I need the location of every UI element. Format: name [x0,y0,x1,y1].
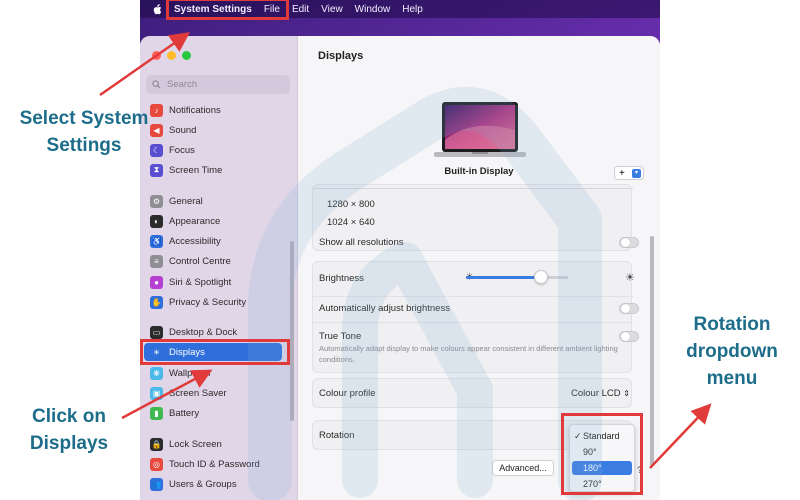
siri-icon: ● [150,275,163,289]
show-all-resolutions-toggle[interactable] [619,237,639,248]
close-window-button[interactable] [152,51,161,60]
sidebar-item-label: Focus [169,144,195,156]
sidebar-item-label: Notifications [169,104,221,116]
sidebar-item-label: Appearance [169,215,221,227]
add-display-label: + [619,167,625,179]
sidebar-item-label: Sound [169,124,197,136]
sidebar-item-battery[interactable]: ▮ Battery [150,404,286,422]
control-centre-icon: ≡ [150,254,163,268]
sidebar-item-privacy-security[interactable]: ✋ Privacy & Security [150,293,286,311]
content-scrollbar[interactable] [650,236,654,466]
auto-brightness-toggle[interactable] [619,303,639,314]
screensaver-icon: ▣ [150,386,163,400]
advanced-button[interactable]: Advanced... [492,460,554,476]
sidebar-item-label: General [169,195,203,207]
sidebar-item-label: Desktop & Dock [169,326,238,338]
true-tone-toggle[interactable] [619,331,639,342]
sidebar-item-label: Battery [169,407,200,419]
show-all-resolutions-label: Show all resolutions [319,237,404,248]
apple-icon[interactable] [152,3,162,15]
menu-window[interactable]: Window [355,4,391,15]
sidebar-item-control-centre[interactable]: ≡ Control Centre [150,252,286,270]
resolution-option[interactable]: 1280 × 800 [327,199,375,210]
chevron-down-icon: ▾ [632,169,641,178]
colour-profile-select[interactable]: Colour LCD ⇕ [571,388,630,399]
colour-profile-label: Colour profile [319,388,376,399]
displays-highlight [140,339,290,365]
callout-click-on-displays: Click on Displays [29,406,109,454]
sidebar-item-lock-screen[interactable]: 🔒 Lock Screen [150,435,286,453]
dock-icon: ▭ [150,325,163,339]
hourglass-icon: ⧗ [150,163,163,177]
colour-profile-card: Colour profile Colour LCD ⇕ [312,378,632,408]
sidebar-item-label: Siri & Spotlight [169,276,232,288]
auto-brightness-label: Automatically adjust brightness [319,303,450,314]
sidebar-item-accessibility[interactable]: ♿ Accessibility [150,232,286,250]
rotation-label: Rotation [319,430,355,441]
divider [313,322,633,323]
laptop-icon [434,102,526,157]
sidebar-item-label: Accessibility [169,235,221,247]
sidebar-item-label: Wallpaper [169,367,212,379]
sidebar-item-siri-spotlight[interactable]: ● Siri & Spotlight [150,273,286,291]
search-placeholder: Search [167,79,198,90]
search-input[interactable]: Search [146,75,290,94]
gear-icon: ⚙ [150,194,163,208]
menu-edit[interactable]: Edit [292,4,309,15]
zoom-window-button[interactable] [182,51,191,60]
sidebar-item-touch-id[interactable]: ◎ Touch ID & Password [150,455,286,473]
sidebar-item-screen-time[interactable]: ⧗ Screen Time [150,161,286,179]
resolution-option[interactable]: 1024 × 640 [327,217,375,228]
brightness-high-icon: ☀ [625,272,635,284]
brightness-label: Brightness [319,273,364,284]
divider [313,296,633,297]
display-name: Built-in Display [444,166,514,177]
battery-icon: ▮ [150,406,163,420]
accessibility-icon: ♿ [150,234,163,248]
wallpaper-icon: ❋ [150,366,163,380]
menu-view[interactable]: View [321,4,343,15]
sidebar-item-label: Lock Screen [169,438,222,450]
sidebar-item-general[interactable]: ⚙ General [150,192,286,210]
true-tone-description: Automatically adapt display to make colo… [319,344,618,364]
callout-rotation-dropdown: Rotation dropdown menu [686,314,778,389]
appearance-icon: ◐ [150,214,163,228]
true-tone-label: True Tone [319,331,362,342]
sidebar-item-screen-saver[interactable]: ▣ Screen Saver [150,384,286,402]
system-settings-highlight [166,0,289,20]
page-title: Displays [318,50,364,62]
sidebar-item-sound[interactable]: ◀ Sound [150,121,286,139]
menu-help[interactable]: Help [402,4,423,15]
tutorial-figure: System Settings File Edit View Window He… [0,0,800,500]
sidebar-scrollbar[interactable] [290,241,294,421]
updown-chevron-icon: ⇕ [623,389,630,398]
sidebar-item-users-groups[interactable]: 👥 Users & Groups [150,475,286,493]
minimize-window-button[interactable] [167,51,176,60]
hand-icon: ✋ [150,295,163,309]
sidebar-item-label: Privacy & Security [169,296,247,308]
add-display-button[interactable]: + ▾ [614,166,644,180]
sidebar-item-appearance[interactable]: ◐ Appearance [150,212,286,230]
sidebar-item-notifications[interactable]: ♪ Notifications [150,101,286,119]
brightness-slider-fill [466,276,542,279]
sidebar-item-wallpaper[interactable]: ❋ Wallpaper [150,364,286,382]
sidebar-item-label: Screen Saver [169,387,227,399]
users-icon: 👥 [150,477,163,491]
lock-icon: 🔒 [150,437,163,451]
divider [313,188,633,189]
sidebar-item-label: Touch ID & Password [169,458,260,470]
sidebar-item-label: Screen Time [169,164,223,176]
resolution-card: 1280 × 800 1024 × 640 Show all resolutio… [312,184,639,251]
rotation-menu-highlight [561,413,643,495]
sidebar-item-label: Control Centre [169,255,231,267]
sidebar-item-label: Users & Groups [169,478,237,490]
callout-select-system-settings: Select System Settings [19,108,149,156]
search-icon [152,80,161,89]
colour-profile-value: Colour LCD [571,388,621,399]
sidebar-item-focus[interactable]: ☾ Focus [150,141,286,159]
fingerprint-icon: ◎ [150,457,163,471]
